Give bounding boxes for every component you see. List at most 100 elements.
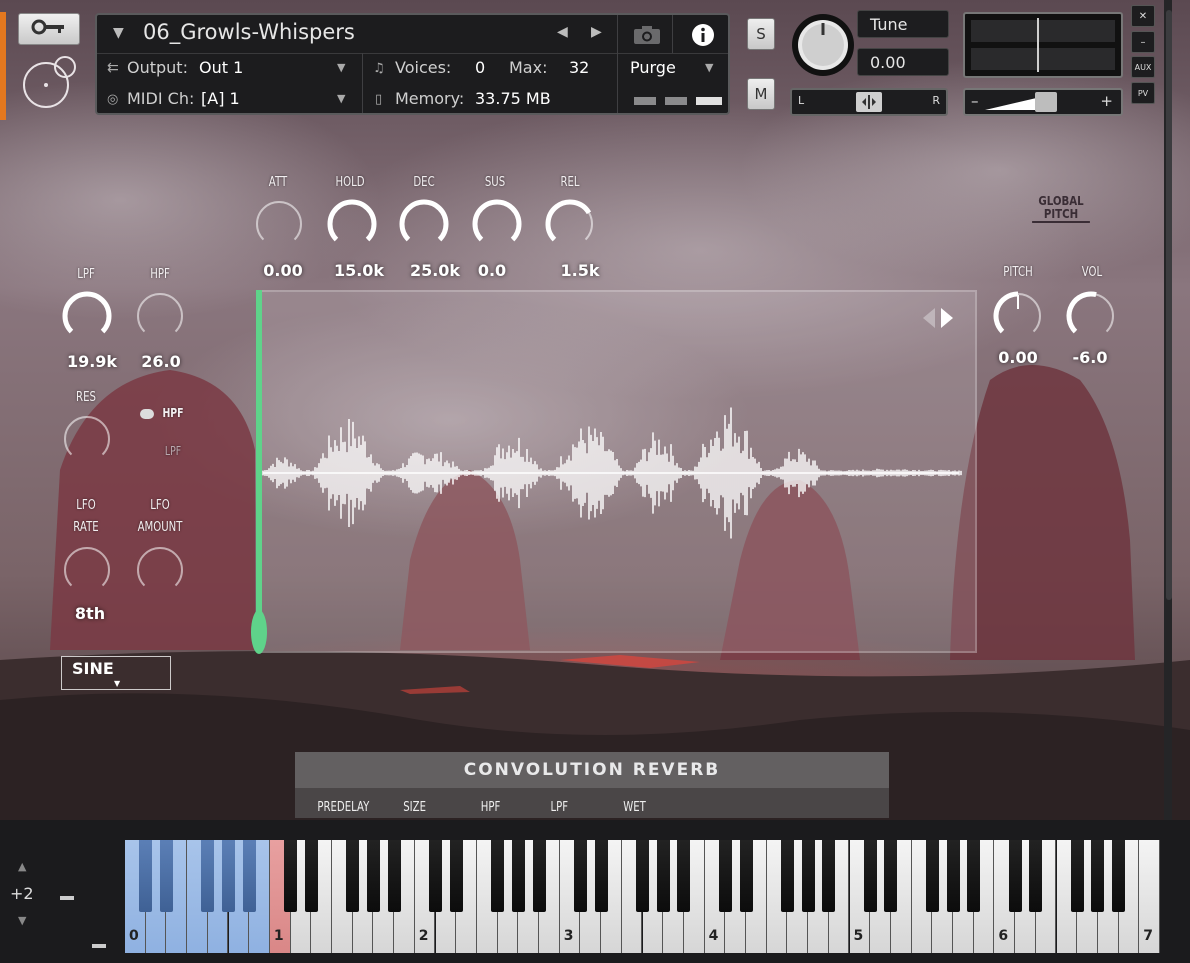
sustain-knob[interactable] [470, 197, 524, 251]
octave-number-label: 6 [998, 928, 1009, 944]
black-key[interactable] [304, 840, 318, 912]
black-key[interactable] [925, 840, 939, 912]
black-key[interactable] [801, 840, 815, 912]
waveform-display[interactable] [257, 290, 977, 653]
volume-slider[interactable]: – + [963, 88, 1123, 116]
octave-up-icon[interactable]: ▲ [18, 860, 26, 873]
black-key[interactable] [636, 840, 649, 912]
black-key[interactable] [429, 840, 442, 912]
instrument-edit-button[interactable] [18, 13, 80, 45]
midi-dropdown-icon[interactable]: ▼ [337, 92, 345, 105]
purge-menu[interactable]: Purge [630, 58, 676, 77]
midi-channel-select[interactable]: [A] 1 [201, 89, 240, 108]
volume-plus[interactable]: + [1100, 92, 1113, 110]
octave-down-icon[interactable]: ▼ [18, 914, 26, 927]
black-key[interactable] [1029, 840, 1043, 912]
toggle-hpf-label[interactable]: HPF [161, 406, 184, 420]
toggle-lpf-label[interactable]: LPF [161, 444, 184, 458]
black-key[interactable] [346, 840, 360, 912]
info-icon[interactable] [691, 23, 715, 51]
convolution-reverb-panel[interactable]: CONVOLUTION REVERB [295, 752, 889, 788]
max-voices-label: Max: [509, 58, 548, 77]
black-key[interactable] [242, 840, 256, 912]
max-voices-value[interactable]: 32 [569, 58, 589, 77]
black-key[interactable] [822, 840, 836, 912]
aux-button[interactable]: AUX [1131, 56, 1155, 78]
output-select[interactable]: Out 1 [199, 58, 243, 77]
black-key[interactable] [387, 840, 401, 912]
decay-knob[interactable] [397, 197, 451, 251]
scrollbar-thumb[interactable] [1166, 10, 1172, 600]
mute-button[interactable]: M [747, 78, 775, 110]
black-key[interactable] [1070, 840, 1084, 912]
black-key[interactable] [449, 840, 463, 912]
decay-value: 25.0k [409, 261, 461, 280]
hpf-knob[interactable] [133, 289, 187, 343]
black-key[interactable] [159, 840, 173, 912]
mod-wheel-marker[interactable] [92, 944, 106, 948]
lfo-shape-select[interactable]: SINE ▼ [61, 656, 171, 690]
attack-value: 0.00 [263, 261, 303, 280]
hold-knob[interactable] [325, 197, 379, 251]
sample-start-marker[interactable] [251, 290, 267, 656]
pv-button[interactable]: PV [1131, 82, 1155, 104]
black-key[interactable] [780, 840, 794, 912]
black-key[interactable] [656, 840, 670, 912]
filter-mode-toggle[interactable]: HPF LPF [138, 406, 198, 458]
attack-knob[interactable] [252, 197, 306, 251]
pan-slider[interactable]: L R [790, 88, 948, 116]
black-key[interactable] [222, 840, 235, 912]
purge-dropdown-icon[interactable]: ▼ [705, 61, 713, 74]
black-key[interactable] [284, 840, 298, 912]
resonance-knob[interactable] [60, 412, 114, 466]
lpf-knob[interactable] [60, 289, 114, 343]
black-key[interactable] [718, 840, 732, 912]
output-dropdown-icon[interactable]: ▼ [337, 61, 345, 74]
voices-icon: ♫ [373, 61, 385, 76]
black-key[interactable] [677, 840, 691, 912]
collapse-arrow-icon[interactable]: ▼ [113, 25, 124, 41]
next-instrument-icon[interactable]: ▶ [591, 24, 602, 40]
tune-value[interactable]: 0.00 [857, 48, 949, 76]
black-key[interactable] [139, 840, 153, 912]
voices-value: 0 [475, 58, 486, 77]
pitch-knob[interactable] [991, 289, 1045, 343]
tune-knob[interactable] [791, 13, 855, 77]
release-value: 1.5k [560, 261, 600, 280]
output-level-meter [963, 12, 1123, 78]
previous-instrument-icon[interactable]: ◀ [557, 24, 568, 40]
black-key[interactable] [594, 840, 608, 912]
black-key[interactable] [967, 840, 981, 912]
release-knob[interactable] [543, 197, 597, 251]
black-key[interactable] [1008, 840, 1022, 912]
pan-handle[interactable] [856, 92, 882, 112]
octave-number-label: 1 [273, 928, 284, 944]
black-key[interactable] [863, 840, 877, 912]
black-key[interactable] [532, 840, 546, 912]
waveform-direction-icon[interactable] [921, 306, 957, 334]
minimize-icon[interactable]: – [1131, 31, 1155, 53]
instrument-name[interactable]: 06_Growls-Whispers [143, 20, 355, 44]
pitch-wheel-marker[interactable] [60, 896, 74, 900]
black-key[interactable] [739, 840, 753, 912]
black-key[interactable] [946, 840, 960, 912]
piano-keyboard[interactable]: 0 1 2 3 4 5 6 7 [125, 840, 1160, 953]
vol-knob[interactable] [1064, 289, 1118, 343]
close-icon[interactable]: ✕ [1131, 5, 1155, 27]
black-key[interactable] [884, 840, 898, 912]
black-key[interactable] [491, 840, 505, 912]
black-key[interactable] [201, 840, 215, 912]
midi-channel-label: MIDI Ch: [127, 89, 195, 108]
release-label: REL [560, 175, 580, 190]
lfo-rate-knob[interactable] [60, 543, 114, 597]
camera-icon[interactable] [633, 25, 661, 49]
black-key[interactable] [1091, 840, 1105, 912]
black-key[interactable] [1112, 840, 1126, 912]
lfo-amount-knob[interactable] [133, 543, 187, 597]
black-key[interactable] [511, 840, 525, 912]
volume-minus[interactable]: – [971, 92, 979, 110]
volume-handle[interactable] [1035, 92, 1057, 112]
black-key[interactable] [573, 840, 587, 912]
solo-button[interactable]: S [747, 18, 775, 50]
black-key[interactable] [366, 840, 380, 912]
